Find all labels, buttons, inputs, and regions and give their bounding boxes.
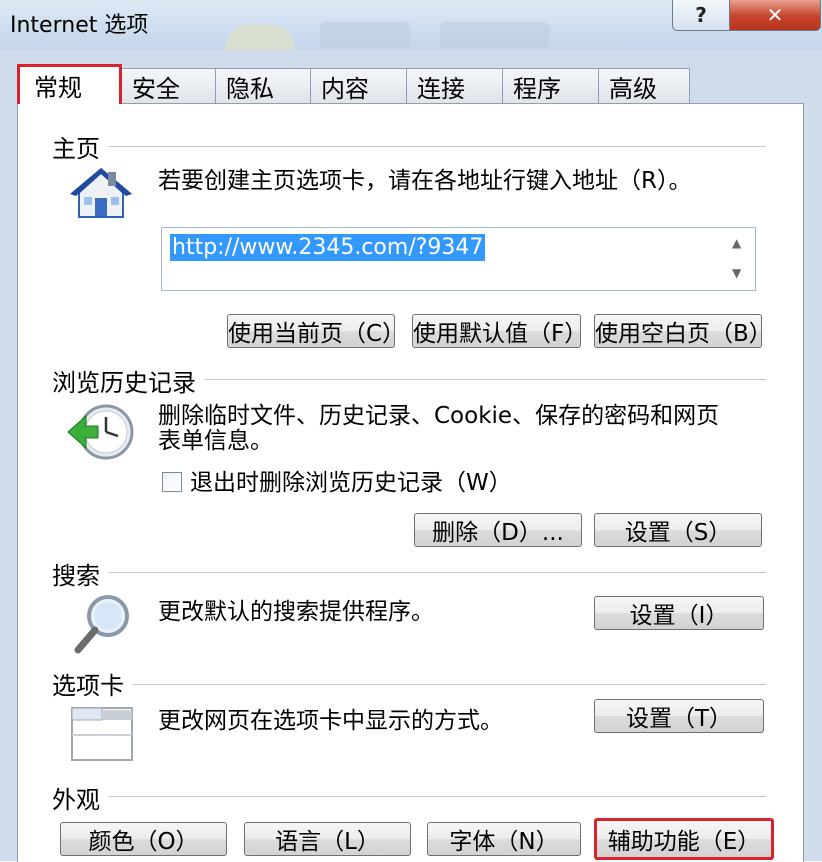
- tabs-window-icon: [71, 707, 133, 761]
- history-heading: 浏览历史记录: [52, 363, 204, 398]
- tab-privacy[interactable]: 隐私: [215, 68, 311, 104]
- close-button[interactable]: ✕: [729, 0, 821, 31]
- homepage-description: 若要创建主页选项卡，请在各地址行键入地址（R）。: [158, 168, 692, 194]
- delete-on-exit-checkbox[interactable]: [162, 472, 182, 492]
- clock-arrow-icon: [67, 404, 134, 460]
- search-description: 更改默认的搜索提供程序。: [158, 599, 434, 625]
- section-divider: [60, 146, 766, 148]
- tabs-description: 更改网页在选项卡中显示的方式。: [158, 708, 503, 734]
- section-divider: [60, 572, 766, 574]
- history-description-line1: 删除临时文件、历史记录、Cookie、保存的密码和网页: [158, 403, 720, 429]
- delete-on-exit-label[interactable]: 退出时删除浏览历史记录（W）: [190, 470, 512, 496]
- background-blur: [320, 22, 410, 48]
- appearance-heading: 外观: [52, 780, 108, 815]
- section-divider: [60, 796, 766, 798]
- homepage-url-value[interactable]: http://www.2345.com/?9347: [170, 234, 486, 261]
- search-heading: 搜索: [52, 556, 108, 591]
- tab-programs[interactable]: 程序: [502, 68, 599, 104]
- languages-button[interactable]: 语言（L）: [244, 822, 411, 856]
- use-default-button[interactable]: 使用默认值（F）: [412, 314, 587, 348]
- tabs-settings-button[interactable]: 设置（T）: [594, 699, 764, 733]
- use-current-button[interactable]: 使用当前页（C）: [227, 314, 405, 348]
- colors-button[interactable]: 颜色（O）: [60, 822, 227, 856]
- accessibility-button[interactable]: 辅助功能（E）: [594, 818, 774, 860]
- use-blank-button[interactable]: 使用空白页（B）: [594, 314, 772, 348]
- house-icon: [70, 168, 132, 218]
- scroll-down-icon[interactable]: ▼: [732, 266, 741, 280]
- tab-connections[interactable]: 连接: [406, 68, 503, 104]
- tab-advanced[interactable]: 高级: [598, 68, 690, 104]
- tab-security[interactable]: 安全: [121, 68, 216, 104]
- background-blur: [440, 22, 550, 48]
- delete-history-button[interactable]: 删除（D）...: [414, 513, 582, 547]
- background-blur: [225, 25, 295, 50]
- tab-general[interactable]: 常规: [17, 64, 122, 104]
- scroll-up-icon[interactable]: ▲: [732, 236, 741, 250]
- magnifier-icon: [74, 595, 129, 654]
- history-description-line2: 表单信息。: [158, 428, 273, 454]
- textarea-scrollbar[interactable]: ▲ ▼: [721, 228, 755, 290]
- help-button[interactable]: ?: [672, 0, 730, 31]
- tab-content[interactable]: 内容: [310, 68, 407, 104]
- homepage-url-textarea[interactable]: http://www.2345.com/?9347 ▲ ▼: [161, 227, 756, 291]
- homepage-heading: 主页: [52, 129, 108, 164]
- search-settings-button[interactable]: 设置（I）: [594, 596, 764, 630]
- window-title: Internet 选项: [10, 13, 149, 38]
- history-settings-button[interactable]: 设置（S）: [594, 513, 762, 547]
- tabs-heading: 选项卡: [52, 666, 132, 701]
- fonts-button[interactable]: 字体（N）: [427, 822, 581, 856]
- section-divider: [60, 684, 766, 686]
